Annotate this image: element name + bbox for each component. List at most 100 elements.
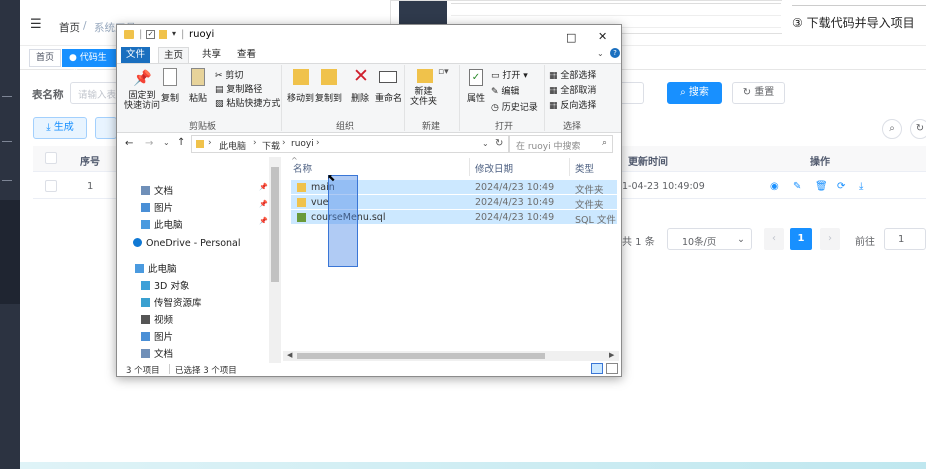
paste-shortcut-label: 粘贴快捷方式 bbox=[226, 99, 281, 109]
rename-label[interactable]: 重命名 bbox=[375, 91, 402, 104]
nav-item[interactable]: 文档 bbox=[141, 346, 173, 360]
new-item-icon[interactable]: ▫▾ bbox=[438, 67, 449, 77]
move-to-icon[interactable] bbox=[293, 69, 309, 85]
tab-file[interactable]: 文件 bbox=[121, 47, 151, 63]
collapse-ribbon-icon[interactable]: ⌄ bbox=[597, 49, 604, 58]
restore-window-icon[interactable]: □ bbox=[566, 31, 576, 44]
delete-icon[interactable]: 🗑 bbox=[815, 181, 828, 192]
select-all-checkbox[interactable] bbox=[45, 152, 57, 164]
edit-icon[interactable]: ✎ bbox=[793, 181, 801, 192]
col-divider[interactable] bbox=[569, 158, 570, 176]
page-size-select[interactable]: 10条/页 ⌄ bbox=[667, 228, 752, 250]
new-folder-label[interactable]: 新建 文件夹 bbox=[410, 87, 437, 107]
help-icon[interactable]: ? bbox=[610, 48, 620, 58]
pin-quick-access-label[interactable]: 固定到 快速访问 bbox=[124, 91, 160, 111]
copy-path-button[interactable]: ▤ 复制路径 bbox=[215, 82, 262, 95]
download-code-icon[interactable]: ⤓ bbox=[859, 181, 863, 192]
sync-icon[interactable]: ⟳ bbox=[837, 181, 845, 192]
h-scrollbar[interactable]: ◀ ▶ bbox=[283, 351, 619, 361]
chevron-down-icon[interactable]: ⌄ bbox=[482, 139, 489, 148]
nav-item[interactable]: 文档 📌 bbox=[141, 183, 268, 197]
col-date[interactable]: 修改日期 bbox=[475, 161, 513, 175]
open-button[interactable]: ▭ 打开 ▾ bbox=[491, 68, 528, 81]
search-toggle-icon[interactable]: ⌕ bbox=[882, 119, 902, 139]
computer-icon bbox=[135, 264, 144, 273]
copy-label[interactable]: 复制 bbox=[161, 91, 179, 104]
back-icon[interactable]: ← bbox=[125, 138, 133, 149]
goto-input[interactable]: 1 bbox=[884, 228, 926, 250]
tag-home[interactable]: 首页 bbox=[29, 49, 62, 67]
table-name-input[interactable]: 请输入表 bbox=[70, 82, 118, 104]
pin-icon[interactable]: 📌 bbox=[133, 69, 152, 87]
scroll-left-icon[interactable]: ◀ bbox=[287, 351, 292, 359]
history-button[interactable]: ◷ 历史记录 bbox=[491, 100, 538, 113]
up-icon[interactable]: ↑ bbox=[177, 137, 185, 148]
page-1-button[interactable]: 1 bbox=[790, 228, 812, 250]
paste-icon[interactable] bbox=[191, 68, 205, 86]
copy-icon[interactable] bbox=[163, 68, 177, 86]
h-scrollbar-thumb[interactable] bbox=[297, 353, 545, 359]
search-button-label: 搜索 bbox=[688, 87, 709, 98]
tab-share[interactable]: 共享 bbox=[197, 47, 226, 63]
col-name[interactable]: 名称 bbox=[293, 161, 312, 175]
breadcrumb-home[interactable]: 首页 bbox=[59, 20, 80, 35]
quick-access-dropdown-icon[interactable]: ▾ bbox=[172, 29, 176, 38]
path-this-pc[interactable]: 此电脑 bbox=[219, 139, 246, 152]
copy-to-label[interactable]: 复制到 bbox=[315, 91, 342, 104]
details-view-icon[interactable] bbox=[591, 363, 603, 374]
delete-icon[interactable]: ✕ bbox=[353, 65, 369, 87]
tag-codegen[interactable]: ● 代码生成 bbox=[62, 49, 120, 79]
nav-item[interactable]: 图片 bbox=[141, 329, 173, 343]
select-none-button[interactable]: ▦ 全部取消 bbox=[549, 83, 596, 96]
invert-selection-button[interactable]: ▦ 反向选择 bbox=[549, 98, 596, 111]
refresh-icon[interactable]: ↻ bbox=[910, 119, 926, 139]
tab-view[interactable]: 查看 bbox=[232, 47, 261, 63]
properties-label[interactable]: 属性 bbox=[467, 91, 485, 104]
paste-label[interactable]: 粘贴 bbox=[189, 91, 207, 104]
nav-item[interactable]: 此电脑 bbox=[135, 261, 177, 275]
delete-label[interactable]: 删除 bbox=[351, 91, 369, 104]
recent-dropdown-icon[interactable]: ⌄ bbox=[163, 138, 170, 147]
preview-icon[interactable]: ◉ bbox=[770, 181, 779, 192]
nav-item[interactable]: 传智资源库 bbox=[141, 295, 202, 309]
nav-item[interactable]: 视频 bbox=[141, 312, 173, 326]
checkbox-icon[interactable]: ✓ bbox=[146, 30, 155, 39]
path-ruoyi[interactable]: ruoyi bbox=[291, 139, 314, 149]
nav-item[interactable]: OneDrive - Personal bbox=[133, 238, 241, 249]
large-icons-view-icon[interactable] bbox=[606, 363, 618, 374]
scroll-right-icon[interactable]: ▶ bbox=[609, 351, 614, 359]
copy-to-icon[interactable] bbox=[321, 69, 337, 85]
nav-item[interactable]: 图片 📌 bbox=[141, 200, 268, 214]
forward-icon[interactable]: → bbox=[145, 138, 153, 149]
refresh-icon[interactable]: ↻ bbox=[495, 138, 503, 149]
nav-item[interactable]: 此电脑 📌 bbox=[141, 217, 268, 231]
next-page-button[interactable]: › bbox=[820, 228, 840, 250]
paste-shortcut-button[interactable]: ▧ 粘贴快捷方式 bbox=[215, 96, 280, 109]
cut-button[interactable]: ✂ 剪切 bbox=[215, 68, 243, 81]
edit-button[interactable]: ✎ 编辑 bbox=[491, 84, 519, 97]
rename-icon[interactable] bbox=[379, 71, 397, 83]
new-folder-icon[interactable] bbox=[417, 69, 433, 83]
prev-page-button[interactable]: ‹ bbox=[764, 228, 784, 250]
row-checkbox[interactable] bbox=[45, 180, 57, 192]
col-type[interactable]: 类型 bbox=[575, 161, 594, 175]
nav-scrollbar-thumb[interactable] bbox=[271, 167, 279, 282]
folder-icon[interactable] bbox=[159, 30, 167, 39]
path-downloads[interactable]: 下载 bbox=[262, 139, 280, 152]
select-all-button[interactable]: ▦ 全部选择 bbox=[549, 68, 596, 81]
reset-button[interactable]: ↻ 重置 bbox=[732, 82, 785, 104]
nav-item[interactable]: 3D 对象 bbox=[141, 278, 189, 292]
close-window-icon[interactable]: ✕ bbox=[598, 30, 607, 43]
search-button[interactable]: ⌕ 搜索 bbox=[667, 82, 722, 104]
properties-icon[interactable]: ✓ bbox=[469, 69, 483, 86]
import-button[interactable] bbox=[95, 117, 117, 139]
move-to-label[interactable]: 移动到 bbox=[287, 91, 314, 104]
generate-button[interactable]: ⤓ 生成 bbox=[33, 117, 87, 139]
tab-home[interactable]: 主页 bbox=[158, 47, 190, 63]
title-bar: | ✓ ▾ | ruoyi bbox=[117, 25, 621, 47]
nav-scrollbar[interactable] bbox=[269, 157, 281, 363]
address-bar[interactable]: › 此电脑 › 下载 › ruoyi › ⌄ ↻ bbox=[191, 135, 509, 153]
col-divider[interactable] bbox=[469, 158, 470, 176]
hamburger-icon[interactable]: ☰ bbox=[30, 17, 42, 32]
explorer-search-box[interactable]: 在 ruoyi 中搜索 ⌕ bbox=[509, 135, 613, 153]
